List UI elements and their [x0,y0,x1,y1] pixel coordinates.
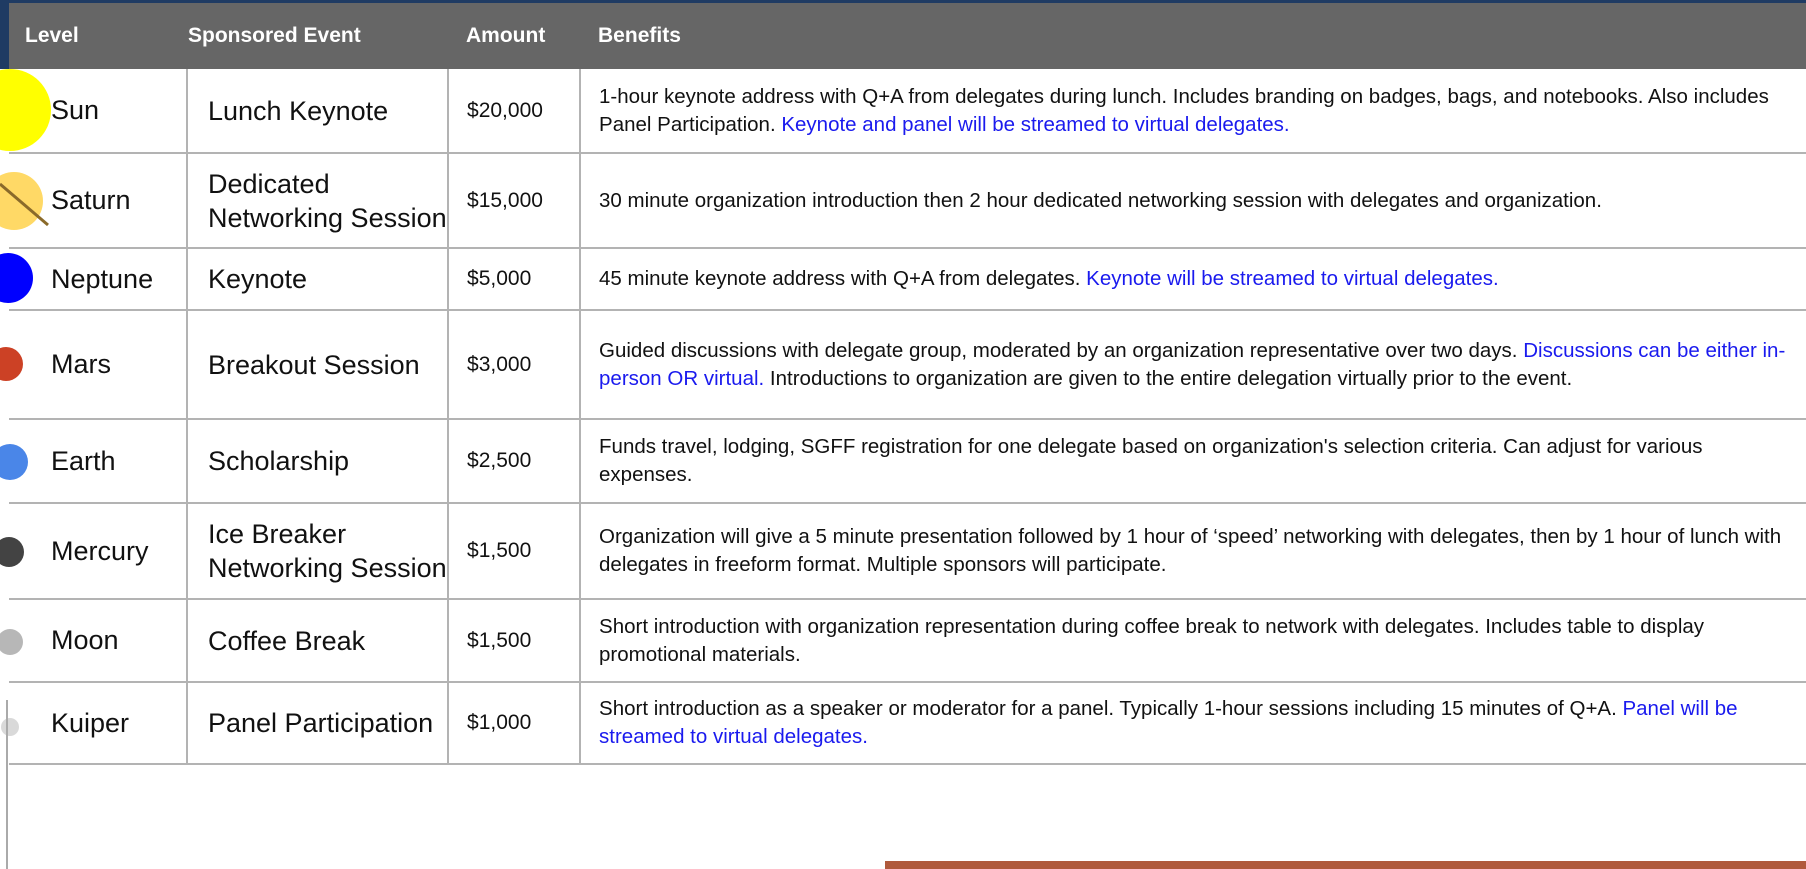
event-label: Dedicated Networking Session [208,168,447,233]
table-header: Level Sponsored Event Amount Benefits [9,3,1806,69]
event-label: Keynote [208,264,308,294]
benefits-cell: Short introduction as a speaker or moder… [579,682,1806,765]
level-label: Earth [51,445,116,476]
benefits-text: Funds travel, lodging, SGFF registration… [581,433,1806,489]
benefits-text: Short introduction as a speaker or moder… [581,695,1806,751]
header-level-event: Level Sponsored Event [9,3,449,69]
level-cell: Saturn [0,153,187,249]
level-cell: Mars [0,310,187,420]
benefits-cell: Organization will give a 5 minute presen… [579,503,1806,600]
amount-value: $2,500 [467,449,532,472]
amount-value: $1,500 [467,539,532,562]
header-event: Sponsored Event [188,24,361,47]
level-cell: Earth [0,419,187,504]
benefits-virtual-note: Keynote and panel will be streamed to vi… [781,112,1290,136]
level-label: Sun [51,95,100,125]
event-cell: Ice Breaker Networking Session [185,503,449,600]
benefits-text: 45 minute keynote address with Q+A from … [581,265,1806,293]
table-row: Earth Scholarship $2,500 Funds travel, lodg… [0,419,1806,504]
sponsorship-table: Level Sponsored Event Amount Benefits Su… [0,3,1806,765]
amount-cell: $1,500 [447,503,581,600]
amount-cell: $20,000 [447,69,581,154]
bottom-accent-bar [885,861,1806,869]
table-row: Mars Breakout Session $3,000 Guided discuss… [0,310,1806,420]
event-cell: Scholarship [185,419,449,504]
level-label: Saturn [51,185,131,215]
benefits-cell: 45 minute keynote address with Q+A from … [579,248,1806,311]
benefits-cell: 1-hour keynote address with Q+A from del… [579,69,1806,154]
header-benefits: Benefits [580,3,1806,69]
event-cell: Panel Participation [185,682,449,765]
amount-cell: $1,500 [447,599,581,683]
table-row: Moon Coffee Break $1,500 Short introduction… [0,599,1806,683]
benefits-text: Organization will give a 5 minute presen… [581,523,1806,579]
level-label: Kuiper [51,707,130,738]
amount-value: $1,000 [467,711,532,734]
benefits-tail: Introductions to organization are given … [769,366,1573,390]
benefits-cell: Funds travel, lodging, SGFF registration… [579,419,1806,504]
event-label: Lunch Keynote [208,95,389,126]
benefits-main: 45 minute keynote address with Q+A from … [599,267,1081,290]
table-body: Sun Lunch Keynote $20,000 1-hour keynote ad… [0,69,1806,765]
table-row: Neptune Keynote $5,000 45 minute keynote ad… [0,248,1806,311]
amount-cell: $3,000 [447,310,581,420]
benefits-main: Guided discussions with delegate group, … [599,338,1518,362]
event-label: Ice Breaker Networking Session [208,519,447,583]
benefits-text: 30 minute organization introduction then… [581,187,1806,215]
event-cell: Coffee Break [185,599,449,683]
header-amount: Amount [448,3,581,69]
event-label: Coffee Break [208,625,366,656]
benefits-text: Short introduction with organization rep… [581,613,1806,669]
event-cell: Lunch Keynote [185,69,449,154]
level-label: Moon [51,625,119,655]
event-label: Breakout Session [208,349,420,380]
amount-value: $1,500 [467,628,532,652]
benefits-main: 30 minute organization introduction then… [599,188,1602,212]
amount-value: $15,000 [467,188,543,212]
event-cell: Dedicated Networking Session [185,153,449,249]
table-row: Mercury Ice Breaker Networking Session $1,… [0,503,1806,600]
level-cell: Sun [0,69,187,154]
benefits-cell: Short introduction with organization rep… [579,599,1806,683]
benefits-main: Short introduction with organization rep… [599,614,1705,666]
amount-value: $5,000 [467,267,532,290]
level-label: Mercury [51,535,149,566]
amount-cell: $5,000 [447,248,581,311]
level-cell: Kuiper [1,682,187,765]
amount-value: $3,000 [467,352,532,376]
header-side-accent [0,3,9,69]
table-row: Sun Lunch Keynote $20,000 1-hour keynote ad… [0,69,1806,154]
benefits-text: 1-hour keynote address with Q+A from del… [581,83,1806,139]
benefits-main: Funds travel, lodging, SGFF registration… [599,435,1703,486]
amount-cell: $15,000 [447,153,581,249]
level-label: Neptune [51,263,154,294]
benefits-virtual-note: Keynote will be streamed to virtual dele… [1086,267,1499,290]
benefits-cell: 30 minute organization introduction then… [579,153,1806,249]
event-label: Panel Participation [208,708,434,738]
event-cell: Keynote [185,248,449,311]
header-level: Level [25,24,79,47]
benefits-cell: Guided discussions with delegate group, … [579,310,1806,420]
event-cell: Breakout Session [185,310,449,420]
benefits-main: Short introduction as a speaker or moder… [599,697,1617,720]
table-row: Saturn Dedicated Networking Session $15,00… [0,153,1806,249]
amount-cell: $2,500 [447,419,581,504]
level-cell: Moon [0,599,187,683]
level-label: Mars [51,349,111,379]
table-row: Kuiper Panel Participation $1,000 Short int… [1,682,1806,765]
level-cell: Mercury [0,503,187,600]
amount-value: $20,000 [467,98,543,122]
level-cell: Neptune [0,248,187,311]
event-label: Scholarship [208,446,350,476]
planet-axis-line [6,700,8,869]
benefits-main: Organization will give a 5 minute presen… [599,525,1782,576]
amount-cell: $1,000 [447,682,581,765]
benefits-text: Guided discussions with delegate group, … [581,337,1806,393]
